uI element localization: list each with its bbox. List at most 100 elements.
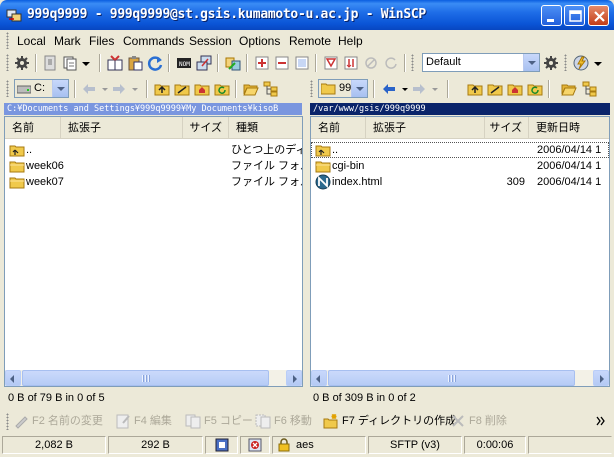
local-col-ext[interactable]: 拡張子 bbox=[61, 117, 183, 139]
remote-col-size[interactable]: サイズ bbox=[485, 117, 529, 139]
remote-home-icon[interactable] bbox=[507, 81, 523, 97]
move-button[interactable]: F6 移動 bbox=[254, 412, 312, 430]
transfer-profile-select[interactable]: Default bbox=[422, 53, 540, 72]
select-all-icon[interactable] bbox=[294, 55, 310, 71]
unselect-files-icon[interactable] bbox=[274, 55, 290, 71]
local-tree-icon[interactable] bbox=[263, 81, 279, 97]
refresh-icon[interactable] bbox=[147, 55, 163, 71]
local-parent-folder-icon[interactable] bbox=[154, 81, 170, 97]
remote-col-ext[interactable]: 拡張子 bbox=[366, 117, 485, 139]
scroll-left-icon[interactable] bbox=[5, 370, 21, 386]
scroll-right-icon[interactable] bbox=[286, 370, 302, 386]
sort-icon[interactable] bbox=[343, 55, 359, 71]
title-bar[interactable]: 999q9999 - 999q9999@st.gsis.kumamoto-u.a… bbox=[0, 0, 614, 30]
edit-button[interactable]: F4 編集 bbox=[114, 412, 172, 430]
remote-back-icon[interactable] bbox=[381, 81, 397, 97]
remote-dir-chevron-down-icon[interactable] bbox=[351, 80, 367, 97]
command-bar-grip[interactable] bbox=[6, 413, 9, 430]
filter-icon[interactable] bbox=[323, 55, 339, 71]
local-col-size[interactable]: サイズ bbox=[183, 117, 229, 139]
remote-path-bar[interactable]: /var/www/gsis/999q9999 bbox=[310, 103, 610, 115]
menu-remote[interactable]: Remote bbox=[289, 34, 331, 48]
maximize-button[interactable] bbox=[564, 5, 585, 26]
local-forward-dropdown-icon[interactable] bbox=[127, 81, 143, 97]
menu-local[interactable]: Local bbox=[17, 34, 46, 48]
menu-commands[interactable]: Commands bbox=[123, 34, 184, 48]
local-row-week06[interactable]: week06 ファイル フォルダ bbox=[5, 158, 302, 174]
remote-toolbar-grip[interactable] bbox=[310, 80, 313, 97]
transfer-settings-icon[interactable] bbox=[225, 55, 241, 71]
remote-horizontal-scrollbar[interactable] bbox=[311, 370, 609, 386]
local-drive-select[interactable]: C: bbox=[14, 79, 69, 98]
local-refresh-icon[interactable] bbox=[214, 81, 230, 97]
compare-directories-icon[interactable] bbox=[42, 55, 58, 71]
toolbar-grip[interactable] bbox=[6, 54, 9, 71]
remote-parent-folder-icon[interactable] bbox=[467, 81, 483, 97]
local-back-icon[interactable] bbox=[81, 81, 97, 97]
local-col-name[interactable]: 名前 bbox=[5, 117, 61, 139]
remote-col-modified[interactable]: 更新日時 bbox=[529, 117, 609, 139]
ssh-key-status[interactable] bbox=[240, 436, 270, 454]
select-files-icon[interactable] bbox=[254, 55, 270, 71]
clipboard-icon[interactable] bbox=[127, 55, 143, 71]
menu-help[interactable]: Help bbox=[338, 34, 363, 48]
minimize-button[interactable] bbox=[541, 5, 562, 26]
local-home-icon[interactable] bbox=[194, 81, 210, 97]
menu-session[interactable]: Session bbox=[189, 34, 232, 48]
remote-forward-dropdown-icon[interactable] bbox=[427, 81, 443, 97]
copy-button[interactable]: F5 コピー bbox=[184, 412, 253, 430]
close-button[interactable] bbox=[588, 5, 609, 26]
scroll-right-icon[interactable] bbox=[593, 370, 609, 386]
menu-options[interactable]: Options bbox=[239, 34, 280, 48]
local-horizontal-scrollbar[interactable] bbox=[5, 370, 302, 386]
menu-files[interactable]: Files bbox=[89, 34, 114, 48]
local-toolbar-grip[interactable] bbox=[6, 80, 9, 97]
connection-lightning-icon[interactable] bbox=[573, 55, 589, 71]
remote-directory-select[interactable]: 99 bbox=[318, 79, 368, 98]
local-scroll-thumb[interactable] bbox=[22, 370, 269, 386]
remote-file-panel[interactable]: 名前 拡張子 サイズ 更新日時 .. 2006/04/14 1 cgi-bin … bbox=[310, 116, 610, 387]
preferences-gear-icon[interactable] bbox=[14, 55, 30, 71]
remote-col-name[interactable]: 名前 bbox=[311, 117, 366, 139]
local-open-folder-icon[interactable] bbox=[243, 81, 259, 97]
local-path-bar[interactable]: C:¥Documents and Settings¥999q9999¥My Do… bbox=[4, 103, 302, 115]
rename-button[interactable]: F2 名前の変更 bbox=[12, 412, 103, 430]
profile-settings-gear-icon[interactable] bbox=[543, 55, 559, 71]
cipher-status[interactable]: aes bbox=[272, 436, 366, 454]
scroll-left-icon[interactable] bbox=[311, 370, 327, 386]
drive-chevron-down-icon[interactable] bbox=[52, 80, 68, 97]
putty-icon[interactable] bbox=[196, 55, 212, 71]
menu-grip[interactable] bbox=[6, 32, 9, 49]
local-row-parent[interactable]: .. ひとつ上のディレ bbox=[5, 142, 302, 158]
local-file-panel[interactable]: 名前 拡張子 サイズ 種類 .. ひとつ上のディレ week06 ファイル フォ… bbox=[4, 116, 303, 387]
synchronize-icon[interactable] bbox=[62, 55, 78, 71]
more-commands-chevron-icon[interactable] bbox=[596, 416, 606, 426]
remote-root-folder-icon[interactable] bbox=[487, 81, 503, 97]
dropdown-arrow-icon[interactable] bbox=[78, 55, 94, 71]
remote-tree-icon[interactable] bbox=[582, 81, 598, 97]
toolbar-grip-3[interactable] bbox=[564, 54, 567, 71]
local-row-week07[interactable]: week07 ファイル フォルダ bbox=[5, 174, 302, 190]
remote-forward-icon[interactable] bbox=[411, 81, 427, 97]
connection-dropdown-arrow-icon[interactable] bbox=[590, 55, 606, 71]
local-forward-icon[interactable] bbox=[111, 81, 127, 97]
clear-selection-icon[interactable] bbox=[383, 55, 399, 71]
remote-row-index-html[interactable]: index.html 309 2006/04/14 1 bbox=[311, 174, 609, 190]
remote-scroll-thumb[interactable] bbox=[328, 370, 575, 386]
terminal-icon[interactable]: NOM bbox=[176, 55, 192, 71]
local-root-folder-icon[interactable] bbox=[174, 81, 190, 97]
queue-icon[interactable] bbox=[107, 55, 123, 71]
winscp-app-icon[interactable] bbox=[6, 7, 22, 23]
menu-mark[interactable]: Mark bbox=[54, 34, 81, 48]
remote-row-cgi-bin[interactable]: cgi-bin 2006/04/14 1 bbox=[311, 158, 609, 174]
remote-row-parent[interactable]: .. 2006/04/14 1 bbox=[311, 142, 609, 158]
delete-button[interactable]: F8 削除 bbox=[449, 412, 507, 430]
local-col-type[interactable]: 種類 bbox=[229, 117, 302, 139]
compression-status[interactable] bbox=[205, 436, 238, 454]
remote-open-folder-icon[interactable] bbox=[561, 81, 577, 97]
chevron-down-icon[interactable] bbox=[523, 54, 539, 71]
create-directory-button[interactable]: F7 ディレクトリの作成 bbox=[322, 412, 456, 430]
invert-selection-icon[interactable] bbox=[363, 55, 379, 71]
remote-refresh-icon[interactable] bbox=[527, 81, 543, 97]
toolbar-grip-2[interactable] bbox=[411, 54, 414, 71]
